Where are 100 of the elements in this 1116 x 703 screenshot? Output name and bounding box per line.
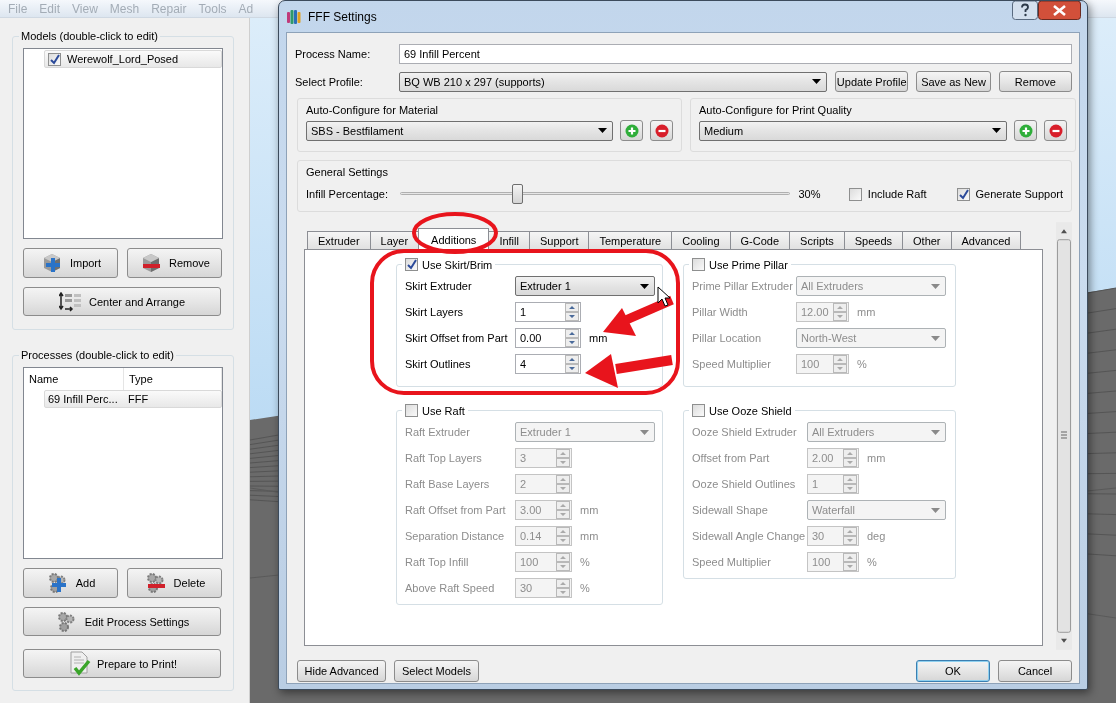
slider-thumb[interactable] xyxy=(512,184,524,204)
minus-icon xyxy=(654,123,669,138)
footer-button[interactable]: OK xyxy=(916,660,990,682)
arrange-button[interactable]: Center and Arrange xyxy=(23,287,221,316)
group-title: Processes (double-click to edit) xyxy=(20,349,175,361)
scrollbar[interactable] xyxy=(1056,222,1072,650)
field-label: Speed Multiplier xyxy=(692,358,772,370)
checkbox-label: Use Skirt/Brim xyxy=(422,258,493,271)
unit-label: mm xyxy=(867,452,886,464)
spin-box[interactable]: 4 xyxy=(515,354,581,374)
tab[interactable]: Advanced xyxy=(950,231,1022,249)
spin-arrows-icon xyxy=(843,527,857,545)
add-button[interactable] xyxy=(620,120,644,141)
tab[interactable]: G-Code xyxy=(729,231,791,249)
tab[interactable]: Additions xyxy=(418,228,490,250)
delete-button[interactable]: Delete xyxy=(127,568,222,598)
field-label: Process Name: xyxy=(295,48,372,60)
group-title: General Settings xyxy=(306,166,389,178)
spin-arrows-icon xyxy=(843,475,857,493)
spin-arrows-icon xyxy=(833,303,847,321)
tab[interactable]: Speeds xyxy=(843,231,903,249)
plus-icon xyxy=(1018,123,1033,138)
edit-settings-button[interactable]: Edit Process Settings xyxy=(23,607,221,636)
field-label: Pillar Location xyxy=(692,332,763,344)
field-label: Raft Top Layers xyxy=(405,452,483,464)
spin-box[interactable]: 0.00 xyxy=(515,328,581,348)
checkbox-label: Use Prime Pillar xyxy=(709,258,788,271)
profile-button[interactable]: Save as New xyxy=(916,71,991,92)
spin-arrows-icon xyxy=(565,303,579,321)
tab[interactable]: Cooling xyxy=(671,231,731,249)
field-label: Skirt Extruder xyxy=(405,280,473,292)
spin-arrows-icon xyxy=(843,449,857,467)
remove-button[interactable]: Remove xyxy=(127,248,222,278)
profile-button[interactable]: Update Profile xyxy=(835,71,909,92)
field-label: Sidewall Angle Change xyxy=(692,530,807,542)
spin-box[interactable]: 1 xyxy=(515,302,581,322)
dropdown[interactable]: Medium xyxy=(699,120,1008,141)
footer-button[interactable]: Select Models xyxy=(394,660,479,682)
prepare-print-button[interactable]: Prepare to Print! xyxy=(23,649,221,678)
spin-arrows-icon xyxy=(556,475,570,493)
caret-icon xyxy=(598,128,608,133)
unit-label: mm xyxy=(857,306,876,318)
checkbox[interactable] xyxy=(405,404,418,417)
field-label: Above Raft Speed xyxy=(405,582,496,594)
slider-track[interactable] xyxy=(400,184,791,204)
dropdown[interactable]: SBS - Bestfilament xyxy=(306,120,614,141)
spin-arrows-icon xyxy=(565,355,579,373)
process-name-field[interactable]: 69 Infill Percent xyxy=(399,44,1072,64)
checkbox[interactable] xyxy=(48,52,61,66)
unit-label: mm xyxy=(580,504,599,516)
unit-label: % xyxy=(867,556,877,568)
remove-button[interactable] xyxy=(1044,120,1067,141)
arrow xyxy=(603,295,674,336)
field-label: Skirt Outlines xyxy=(405,358,472,370)
slider-value: 30% xyxy=(798,188,822,200)
dropdown[interactable]: Extruder 1 xyxy=(515,276,655,296)
caret-icon xyxy=(931,335,940,341)
tab[interactable]: Temperature xyxy=(588,231,673,249)
footer-button[interactable]: Cancel xyxy=(998,660,1072,682)
tab[interactable]: Support xyxy=(528,231,590,249)
checkbox[interactable] xyxy=(692,258,705,271)
table-cell-text: FFF xyxy=(128,393,150,405)
checkbox[interactable] xyxy=(848,187,862,201)
list-item[interactable]: Werewolf_Lord_Posed xyxy=(44,50,222,68)
field-label: Raft Base Layers xyxy=(405,478,491,490)
add-button[interactable]: Add xyxy=(23,568,118,598)
field-label: Raft Offset from Part xyxy=(405,504,507,516)
group-title: Models (double-click to edit) xyxy=(20,30,159,42)
slider-label: Infill Percentage: xyxy=(306,188,389,200)
checkbox[interactable] xyxy=(692,404,705,417)
unit-label: % xyxy=(857,358,867,370)
tab[interactable]: Other xyxy=(902,231,952,249)
field-label: Offset from Part xyxy=(692,452,771,464)
table-row[interactable]: 69 Infill Perc... FFF xyxy=(44,390,222,408)
unit-label: mm xyxy=(580,530,599,542)
tab[interactable]: Scripts xyxy=(789,231,845,249)
tab[interactable]: Extruder xyxy=(307,231,371,249)
remove-button[interactable] xyxy=(650,120,673,141)
checkbox[interactable] xyxy=(956,187,970,201)
caret-icon xyxy=(640,429,649,435)
field-label: Raft Extruder xyxy=(405,426,471,438)
spin-arrows-icon xyxy=(843,553,857,571)
field-label: Prime Pillar Extruder xyxy=(692,280,794,292)
profile-button[interactable]: Remove xyxy=(998,71,1072,92)
help-icon[interactable] xyxy=(1012,1,1038,20)
field-label: Separation Distance xyxy=(405,530,506,542)
profile-dropdown[interactable]: BQ WB 210 x 297 (supports) xyxy=(399,71,828,92)
minus-icon xyxy=(1048,123,1063,138)
spin-arrows-icon xyxy=(556,553,570,571)
footer-button[interactable]: Hide Advanced xyxy=(297,660,386,682)
field-label: Speed Multiplier xyxy=(692,556,772,568)
caret-icon xyxy=(812,79,822,84)
app-logo-icon xyxy=(287,8,301,25)
tab[interactable]: Layer xyxy=(369,231,420,249)
add-button[interactable] xyxy=(1014,120,1038,141)
checkbox[interactable] xyxy=(405,258,418,271)
import-button[interactable]: Import xyxy=(23,248,118,278)
close-icon[interactable] xyxy=(1038,1,1081,20)
unit-label: % xyxy=(580,582,590,594)
unit-label: deg xyxy=(867,530,886,542)
